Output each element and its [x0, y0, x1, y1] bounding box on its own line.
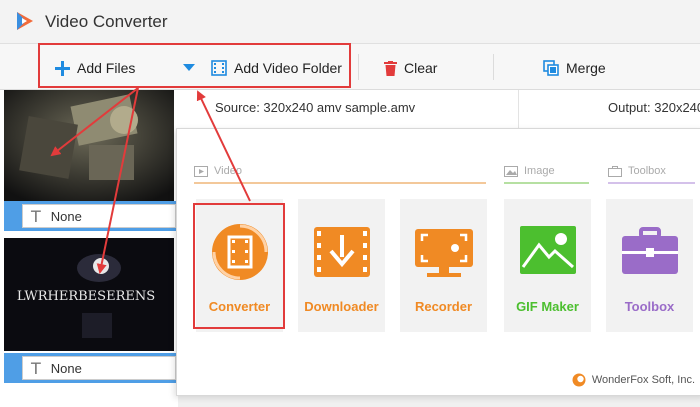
- category-image-line: [504, 182, 589, 184]
- category-toolbox-line: [608, 182, 695, 184]
- source-info: Source: 320x240 amv sample.amv: [215, 100, 416, 115]
- file-thumbnail[interactable]: [4, 90, 174, 201]
- category-video: Video: [194, 165, 242, 177]
- subtitle-value: None: [50, 360, 82, 376]
- subtitle-select[interactable]: T None: [22, 204, 176, 228]
- merge-button[interactable]: Merge: [543, 57, 606, 79]
- clear-label: Clear: [404, 60, 438, 76]
- recorder-icon: [415, 229, 473, 277]
- thumb-caption: LWRHERBESERENS: [17, 289, 155, 304]
- brand-text: WonderFox Soft, Inc.: [591, 374, 695, 386]
- trash-icon: [384, 60, 397, 76]
- tile-toolbox-label: Toolbox: [624, 299, 675, 314]
- merge-label: Merge: [566, 60, 606, 76]
- add-buttons-highlight: [38, 43, 351, 88]
- category-image-label: Image: [524, 165, 555, 177]
- toolbox-icon: [622, 227, 678, 274]
- tile-downloader[interactable]: Downloader: [298, 199, 385, 332]
- wonderfox-logo-icon: [572, 373, 586, 387]
- brand-footer: WonderFox Soft, Inc.: [572, 373, 695, 387]
- video-icon: [194, 165, 208, 177]
- downloader-icon: [314, 227, 370, 277]
- subtitle-select[interactable]: T None: [22, 356, 176, 380]
- toolbar-divider: [358, 54, 359, 80]
- tile-recorder[interactable]: Recorder: [400, 199, 487, 332]
- category-video-line: [194, 182, 486, 184]
- category-video-label: Video: [214, 165, 242, 177]
- tile-gif-maker[interactable]: GIF Maker: [504, 199, 591, 332]
- title-bar: Video Converter: [0, 0, 700, 44]
- file-thumbnail[interactable]: LWRHERBESERENS: [4, 238, 174, 351]
- app-title: Video Converter: [45, 12, 168, 31]
- clear-button[interactable]: Clear: [384, 57, 437, 79]
- merge-icon: [543, 60, 559, 76]
- tile-gif-maker-label: GIF Maker: [516, 299, 579, 314]
- text-icon: T: [31, 206, 41, 226]
- image-icon: [504, 165, 518, 177]
- output-info: Output: 320x240: [608, 100, 700, 115]
- tile-downloader-label: Downloader: [304, 299, 379, 314]
- file-info-strip: Source: 320x240 amv sample.amv Output: 3…: [178, 90, 700, 130]
- tile-recorder-label: Recorder: [414, 299, 473, 314]
- toolbar-divider: [493, 54, 494, 80]
- subtitle-bar: T None: [4, 353, 176, 383]
- toolbox-icon: [608, 165, 622, 177]
- text-icon: T: [31, 358, 41, 378]
- subtitle-value: None: [50, 208, 82, 224]
- gif-maker-icon: [520, 226, 576, 274]
- module-popup: Video Image Toolbox Converter Downloader…: [176, 128, 700, 396]
- converter-highlight: [193, 203, 285, 329]
- tile-toolbox[interactable]: Toolbox: [606, 199, 693, 332]
- file-list: T None LWRHERBESERENS T None: [0, 90, 178, 407]
- category-image: Image: [504, 165, 555, 177]
- category-toolbox: Toolbox: [608, 165, 666, 177]
- subtitle-bar: T None: [4, 201, 176, 231]
- info-divider: [518, 90, 519, 130]
- app-logo-icon: [17, 12, 33, 30]
- category-toolbox-label: Toolbox: [628, 165, 666, 177]
